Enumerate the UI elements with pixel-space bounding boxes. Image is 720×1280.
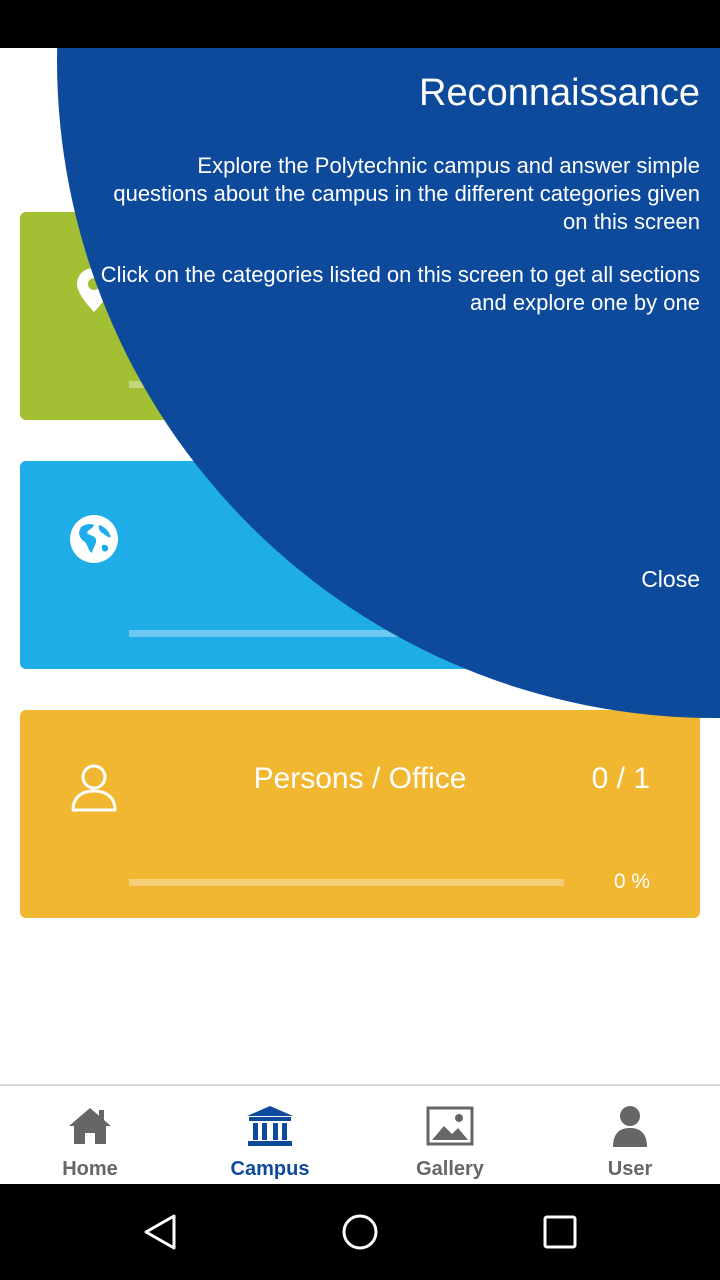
home-circle-icon[interactable] — [340, 1212, 380, 1252]
back-icon[interactable] — [140, 1212, 180, 1252]
home-icon — [69, 1108, 111, 1144]
status-icons: R 1:42 — [467, 0, 704, 48]
close-button[interactable]: Close — [641, 566, 700, 593]
campus-icon — [247, 1106, 293, 1146]
person-icon — [71, 764, 117, 812]
progress-label: 0 % — [613, 621, 650, 644]
progress-bar — [129, 879, 564, 886]
nav-label-user: User — [607, 1158, 653, 1180]
nav-label-campus: Campus — [230, 1158, 310, 1180]
overlay-instructions: Click on the categories listed on this s… — [100, 262, 700, 315]
nav-item-gallery[interactable]: Gallery — [360, 1086, 540, 1186]
system-navigation-bar — [0, 1184, 720, 1280]
nav-item-campus[interactable]: Campus — [180, 1086, 360, 1186]
roaming-indicator: R — [585, 11, 593, 23]
recents-icon[interactable] — [542, 1212, 578, 1252]
progress-label: 0 % — [613, 870, 650, 893]
bottom-navigation: Home Campus Gallery User — [0, 1084, 720, 1186]
category-title: Internet / — [300, 513, 420, 546]
battery-icon — [626, 10, 643, 38]
gallery-icon — [426, 1106, 474, 1146]
category-count: 0 / 1 — [591, 762, 650, 795]
alarm-icon — [469, 11, 493, 37]
category-title: Persons / Office — [253, 762, 467, 795]
nav-label-home: Home — [62, 1158, 118, 1180]
user-icon — [613, 1106, 647, 1147]
nav-item-user[interactable]: User — [540, 1086, 720, 1186]
nav-label-gallery: Gallery — [416, 1158, 484, 1180]
overlay-title: Reconnaissance — [419, 72, 700, 114]
status-bar: f R 1:42 — [0, 0, 720, 48]
overlay-description: Explore the Polytechnic campus and answe… — [113, 153, 700, 234]
category-card-persons-office[interactable]: Persons / Office 0 / 1 0 % — [20, 710, 700, 918]
status-time: 1:42 — [661, 11, 704, 36]
progress-bar — [129, 381, 564, 388]
facebook-icon: f — [22, 11, 48, 39]
globe-icon — [70, 515, 118, 563]
signal-icon — [551, 12, 574, 36]
nav-item-home[interactable]: Home — [0, 1086, 180, 1186]
wifi-icon — [506, 11, 539, 37]
category-card-internet[interactable]: Internet / 0 % — [20, 461, 700, 669]
progress-bar — [129, 630, 564, 637]
signal-roaming-icon: R — [585, 11, 614, 37]
